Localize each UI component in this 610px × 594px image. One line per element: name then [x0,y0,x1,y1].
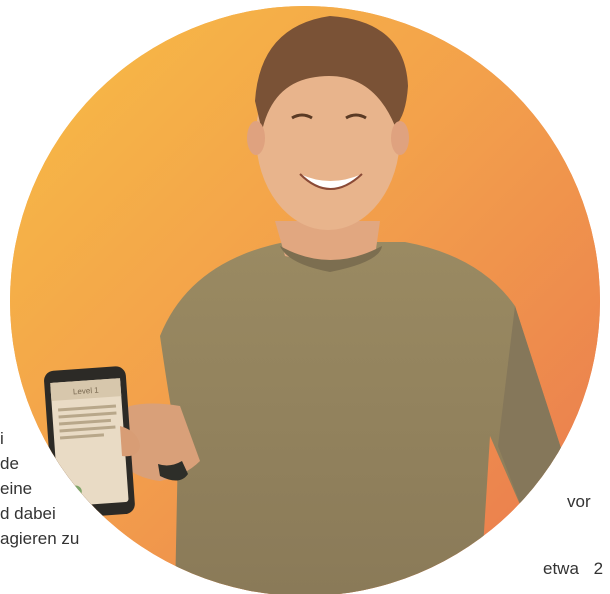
article-fragment: etwa 2 [543,559,604,578]
article-fragment: vor [567,492,591,511]
article-text-right: vor etwa 2 [0,0,610,594]
page: i de eine d dabei agieren zu Level 1 vor… [0,0,610,594]
